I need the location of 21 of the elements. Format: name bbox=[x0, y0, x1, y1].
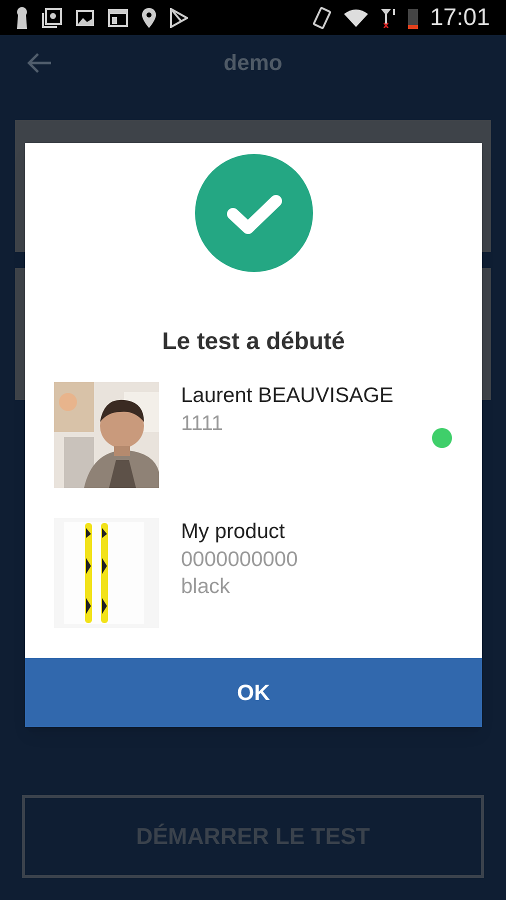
battery-icon bbox=[408, 6, 418, 28]
photos-icon bbox=[42, 8, 62, 28]
ok-button[interactable]: OK bbox=[25, 658, 482, 727]
play-store-icon bbox=[170, 8, 188, 28]
window-icon bbox=[108, 8, 128, 26]
image-icon bbox=[76, 10, 94, 26]
dialog-title: Le test a débuté bbox=[162, 327, 345, 357]
signal-icon bbox=[380, 8, 396, 28]
rotate-icon bbox=[312, 6, 332, 28]
status-time: 17:01 bbox=[430, 2, 490, 32]
check-circle-icon bbox=[194, 154, 312, 272]
app-bar-title: demo bbox=[222, 49, 284, 77]
item-detail: black bbox=[181, 574, 232, 600]
keyhole-icon bbox=[16, 6, 28, 28]
item-name: Laurent BEAUVISAGE bbox=[181, 383, 394, 409]
item-detail: 0000000000 bbox=[181, 547, 299, 573]
wifi-icon bbox=[344, 8, 368, 26]
location-icon bbox=[142, 8, 156, 28]
item-name: My product bbox=[181, 519, 286, 545]
item-detail: 1111 bbox=[181, 411, 224, 437]
back-arrow-icon[interactable] bbox=[26, 52, 52, 74]
